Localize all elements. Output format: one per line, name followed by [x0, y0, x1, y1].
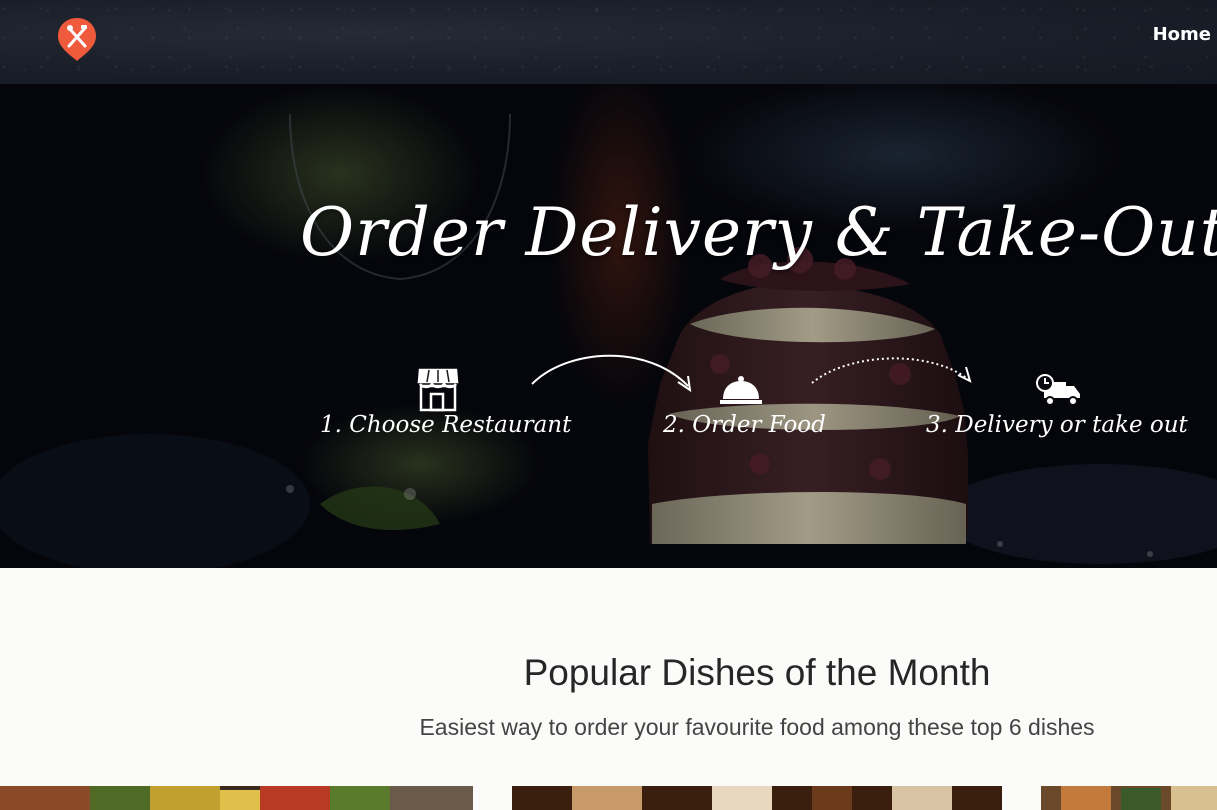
dotted-arrow-icon — [811, 357, 972, 384]
step-delivery-or-take-out: 3. Delivery or take out — [926, 412, 1188, 438]
cloche-icon — [720, 376, 762, 404]
cake-photo-background — [0, 84, 1217, 568]
delivery-truck-icon — [1036, 374, 1080, 406]
navbar: Home — [0, 0, 1217, 84]
step-choose-restaurant: 1. Choose Restaurant — [320, 412, 572, 438]
step-order-food: 2. Order Food — [663, 412, 826, 438]
store-icon — [417, 368, 459, 412]
logo-link[interactable] — [56, 16, 98, 62]
solid-arrow-icon — [531, 354, 692, 393]
dish-card-image-2[interactable] — [512, 786, 1002, 810]
dish-card-image-3[interactable] — [1041, 786, 1217, 810]
dish-photo-2 — [512, 786, 1002, 810]
nav-home-link[interactable]: Home — [1153, 24, 1211, 45]
dish-photo-salad — [0, 786, 473, 810]
fork-knife-logo-icon — [58, 18, 96, 61]
popular-dishes-title: Popular Dishes of the Month — [523, 652, 991, 693]
hero-banner: Order Delivery & Take-Out 1. Choose Rest… — [0, 84, 1217, 568]
dish-card-image-1[interactable] — [0, 786, 473, 810]
dish-photo-3 — [1041, 786, 1217, 810]
hero-title: Order Delivery & Take-Out — [300, 194, 1217, 271]
popular-dishes-subtitle: Easiest way to order your favourite food… — [419, 714, 1095, 740]
